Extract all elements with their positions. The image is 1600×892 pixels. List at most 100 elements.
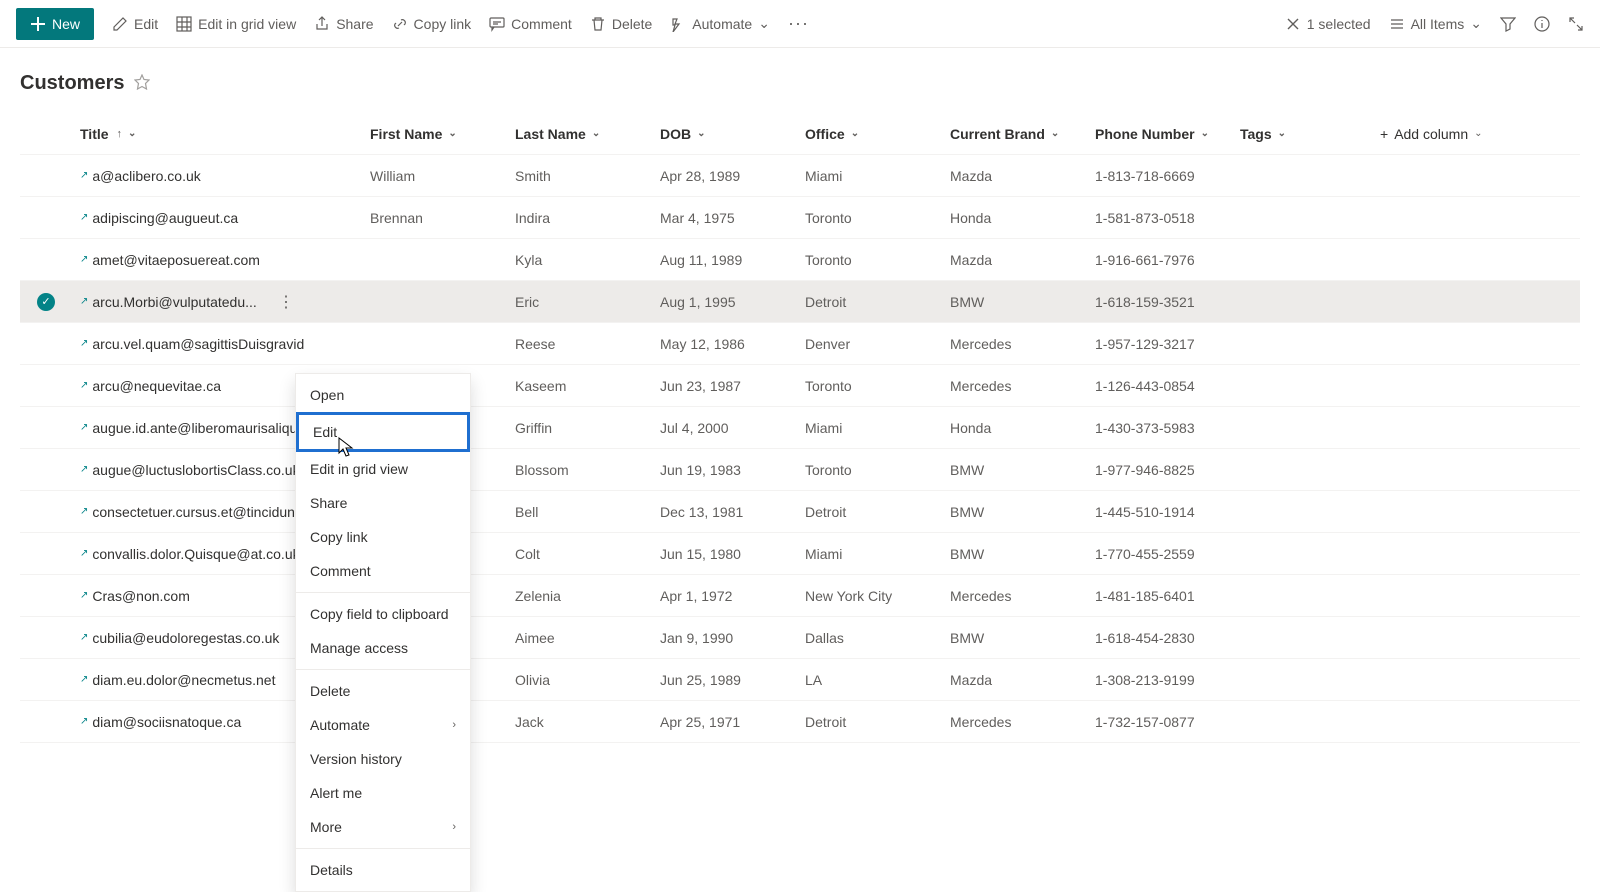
column-tags[interactable]: Tags⌄ [1240, 126, 1380, 142]
table-row[interactable]: ↗augue@luctuslobortisClass.co.uk Blossom… [20, 449, 1580, 491]
new-button[interactable]: New [16, 8, 94, 40]
table-row[interactable]: ↗amet@vitaeposuereat.com Kyla Aug 11, 19… [20, 239, 1580, 281]
cell-brand: Honda [950, 420, 1095, 436]
table-row[interactable]: ↗convallis.dolor.Quisque@at.co.uk Colt J… [20, 533, 1580, 575]
cell-dob: Jul 4, 2000 [660, 420, 805, 436]
close-icon [1285, 16, 1301, 32]
ctx-more[interactable]: More› [296, 810, 470, 844]
cell-last-name: Aimee [515, 630, 660, 646]
add-column-button[interactable]: +Add column⌄ [1380, 126, 1540, 142]
ctx-automate[interactable]: Automate› [296, 708, 470, 742]
checkmark-icon[interactable]: ✓ [37, 293, 55, 311]
table-row[interactable]: ↗adipiscing@augueut.ca Brennan Indira Ma… [20, 197, 1580, 239]
column-brand[interactable]: Current Brand⌄ [950, 126, 1095, 142]
table-row[interactable]: ↗cubilia@eudoloregestas.co.uk Aimee Jan … [20, 617, 1580, 659]
cell-dob: Apr 28, 1989 [660, 168, 805, 184]
cell-title[interactable]: ↗arcu.vel.quam@sagittisDuisgravid [80, 336, 370, 352]
table-row[interactable]: ↗Cras@non.com Zelenia Apr 1, 1972 New Yo… [20, 575, 1580, 617]
shared-icon: ↗ [80, 590, 88, 601]
clear-selection-button[interactable]: 1 selected [1285, 16, 1371, 32]
cell-first-name: Brennan [370, 210, 515, 226]
ctx-share[interactable]: Share [296, 486, 470, 520]
cell-phone: 1-481-185-6401 [1095, 588, 1240, 604]
cell-brand: BMW [950, 294, 1095, 310]
cell-office: New York City [805, 588, 950, 604]
chevron-down-icon: ⌄ [758, 15, 770, 32]
cell-last-name: Kaseem [515, 378, 660, 394]
list-icon [1389, 16, 1405, 32]
column-first-name[interactable]: First Name⌄ [370, 126, 515, 142]
cell-last-name: Bell [515, 504, 660, 520]
table-row[interactable]: ↗a@aclibero.co.uk William Smith Apr 28, … [20, 155, 1580, 197]
cell-phone: 1-916-661-7976 [1095, 252, 1240, 268]
edit-grid-button[interactable]: Edit in grid view [176, 16, 296, 32]
ctx-copy-link[interactable]: Copy link [296, 520, 470, 554]
cell-dob: Jun 25, 1989 [660, 672, 805, 688]
cell-dob: Jan 9, 1990 [660, 630, 805, 646]
table-row[interactable]: ↗diam@sociisnatoque.ca Jack Apr 25, 1971… [20, 701, 1580, 743]
table-row[interactable]: ✓ ↗arcu.Morbi@vulputatedu...⋮ Eric Aug 1… [20, 281, 1580, 323]
shared-icon: ↗ [80, 548, 88, 559]
filter-icon[interactable] [1500, 16, 1516, 32]
cell-brand: BMW [950, 504, 1095, 520]
table-row[interactable]: ↗consectetuer.cursus.et@tinciduntl Bell … [20, 491, 1580, 533]
ctx-delete[interactable]: Delete [296, 674, 470, 708]
table-row[interactable]: ↗diam.eu.dolor@necmetus.net Olivia Jun 2… [20, 659, 1580, 701]
row-more-button[interactable]: ⋮ [278, 292, 295, 312]
cell-title[interactable]: ↗a@aclibero.co.uk [80, 168, 370, 184]
copy-link-button[interactable]: Copy link [392, 16, 472, 32]
ctx-alert-me[interactable]: Alert me [296, 776, 470, 810]
column-title[interactable]: Title↑⌄ [80, 126, 370, 142]
ctx-edit-grid[interactable]: Edit in grid view [296, 452, 470, 486]
table-header-row: Title↑⌄ First Name⌄ Last Name⌄ DOB⌄ Offi… [20, 113, 1580, 155]
cell-last-name: Indira [515, 210, 660, 226]
cell-phone: 1-618-454-2830 [1095, 630, 1240, 646]
cell-dob: Aug 11, 1989 [660, 252, 805, 268]
column-dob[interactable]: DOB⌄ [660, 126, 805, 142]
ctx-comment[interactable]: Comment [296, 554, 470, 588]
cell-phone: 1-813-718-6669 [1095, 168, 1240, 184]
table-row[interactable]: ↗arcu.vel.quam@sagittisDuisgravid Reese … [20, 323, 1580, 365]
cell-title[interactable]: ↗amet@vitaeposuereat.com [80, 252, 370, 268]
info-icon[interactable] [1534, 16, 1550, 32]
cell-dob: Aug 1, 1995 [660, 294, 805, 310]
edit-button[interactable]: Edit [112, 16, 158, 32]
cell-brand: Mercedes [950, 714, 1095, 730]
cell-dob: Jun 23, 1987 [660, 378, 805, 394]
chevron-down-icon: ⌄ [851, 128, 859, 139]
comment-button[interactable]: Comment [489, 16, 572, 32]
cell-office: Detroit [805, 714, 950, 730]
shared-icon: ↗ [80, 380, 88, 391]
delete-button[interactable]: Delete [590, 16, 652, 32]
expand-icon[interactable] [1568, 16, 1584, 32]
share-button[interactable]: Share [314, 16, 373, 32]
cell-dob: May 12, 1986 [660, 336, 805, 352]
cell-last-name: Eric [515, 294, 660, 310]
ctx-details[interactable]: Details [296, 853, 470, 887]
table-row[interactable]: ↗arcu@nequevitae.ca Kaseem Jun 23, 1987 … [20, 365, 1580, 407]
table-row[interactable]: ↗augue.id.ante@liberomaurisaliqua Griffi… [20, 407, 1580, 449]
column-office[interactable]: Office⌄ [805, 126, 950, 142]
row-context-menu: Open Edit Edit in grid view Share Copy l… [295, 373, 471, 892]
ctx-version-history[interactable]: Version history [296, 742, 470, 776]
cell-dob: Mar 4, 1975 [660, 210, 805, 226]
cell-title[interactable]: ↗adipiscing@augueut.ca [80, 210, 370, 226]
cell-office: Detroit [805, 294, 950, 310]
favorite-button[interactable] [134, 74, 150, 93]
cell-dob: Dec 13, 1981 [660, 504, 805, 520]
column-last-name[interactable]: Last Name⌄ [515, 126, 660, 142]
ctx-manage-access[interactable]: Manage access [296, 631, 470, 665]
ctx-edit[interactable]: Edit [296, 412, 470, 452]
view-selector[interactable]: All Items ⌄ [1389, 15, 1482, 32]
cell-title[interactable]: ↗arcu.Morbi@vulputatedu...⋮ [80, 294, 370, 310]
cell-phone: 1-977-946-8825 [1095, 462, 1240, 478]
ctx-open[interactable]: Open [296, 378, 470, 412]
more-commands-button[interactable]: ··· [788, 13, 809, 34]
shared-icon: ↗ [80, 170, 88, 181]
shared-icon: ↗ [80, 632, 88, 643]
automate-button[interactable]: Automate ⌄ [670, 15, 770, 32]
chevron-right-icon: › [452, 719, 456, 731]
chevron-down-icon: ⌄ [1474, 128, 1482, 139]
column-phone[interactable]: Phone Number⌄ [1095, 126, 1240, 142]
ctx-copy-field[interactable]: Copy field to clipboard [296, 597, 470, 631]
